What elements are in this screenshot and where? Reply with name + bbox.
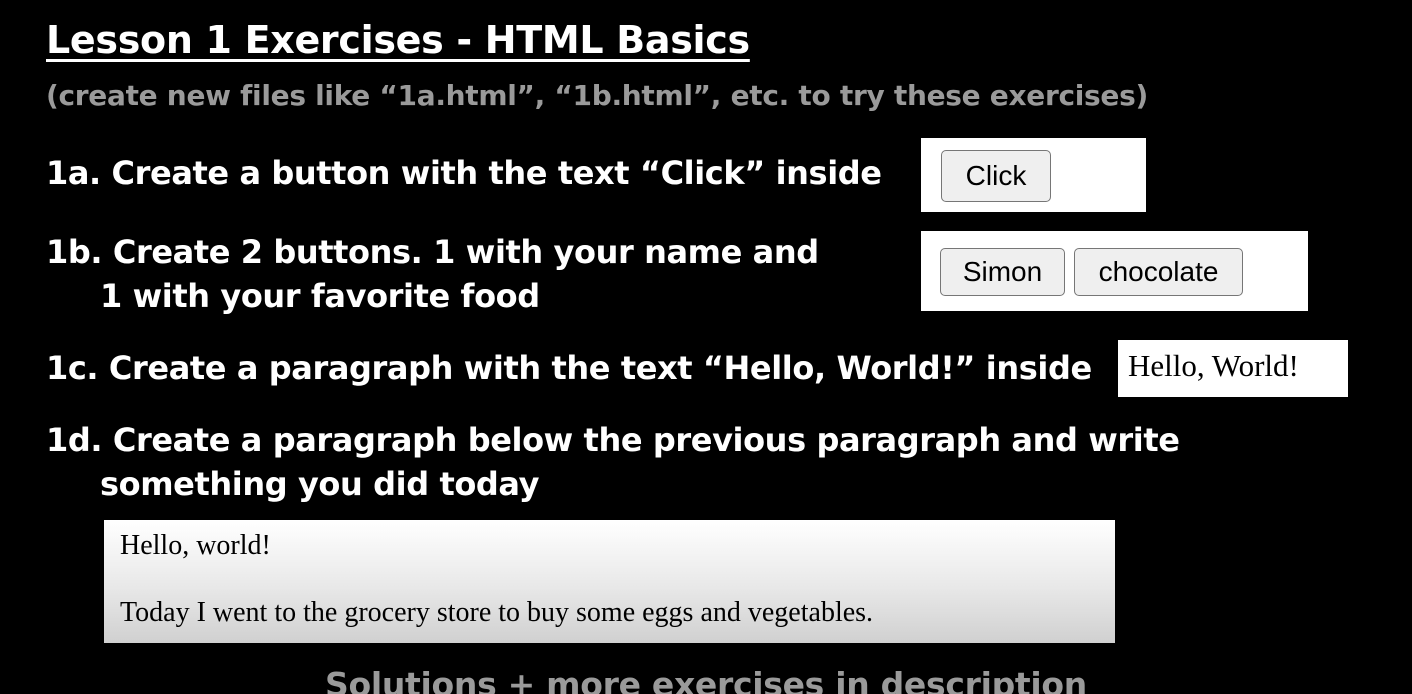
- exercise-1d-demo: Hello, world! Today I went to the grocer…: [104, 520, 1115, 643]
- demo-paragraph-today: Today I went to the grocery store to buy…: [120, 597, 874, 628]
- footer-note: Solutions + more exercises in descriptio…: [325, 665, 1087, 694]
- slide: Lesson 1 Exercises - HTML Basics (create…: [0, 0, 1412, 694]
- exercise-1c-demo: Hello, World!: [1118, 340, 1348, 397]
- hello-world-paragraph: Hello, World!: [1128, 348, 1299, 383]
- exercise-1a-demo: Click: [921, 138, 1146, 212]
- exercise-1a-instruction: 1a. Create a button with the text “Click…: [46, 151, 882, 195]
- exercise-1d-line1: 1d. Create a paragraph below the previou…: [46, 421, 1180, 459]
- exercise-1b-instruction: 1b. Create 2 buttons. 1 with your name a…: [46, 230, 819, 318]
- click-button[interactable]: Click: [941, 150, 1051, 202]
- exercise-1b-demo: Simon chocolate: [921, 231, 1308, 311]
- exercise-1b-line2: 1 with your favorite food: [100, 277, 540, 315]
- favorite-food-button[interactable]: chocolate: [1074, 248, 1243, 296]
- page-title: Lesson 1 Exercises - HTML Basics: [46, 18, 750, 62]
- demo-paragraph-hello: Hello, world!: [120, 530, 271, 561]
- exercise-1d-instruction: 1d. Create a paragraph below the previou…: [46, 418, 1180, 506]
- name-button[interactable]: Simon: [940, 248, 1065, 296]
- exercise-1c-instruction: 1c. Create a paragraph with the text “He…: [46, 346, 1092, 390]
- exercise-1d-line2: something you did today: [100, 465, 540, 503]
- exercise-1b-line1: 1b. Create 2 buttons. 1 with your name a…: [46, 233, 819, 271]
- exercise-1a-text: 1a. Create a button with the text “Click…: [46, 154, 882, 192]
- page-subtitle: (create new files like “1a.html”, “1b.ht…: [46, 79, 1148, 112]
- exercise-1c-text: 1c. Create a paragraph with the text “He…: [46, 349, 1092, 387]
